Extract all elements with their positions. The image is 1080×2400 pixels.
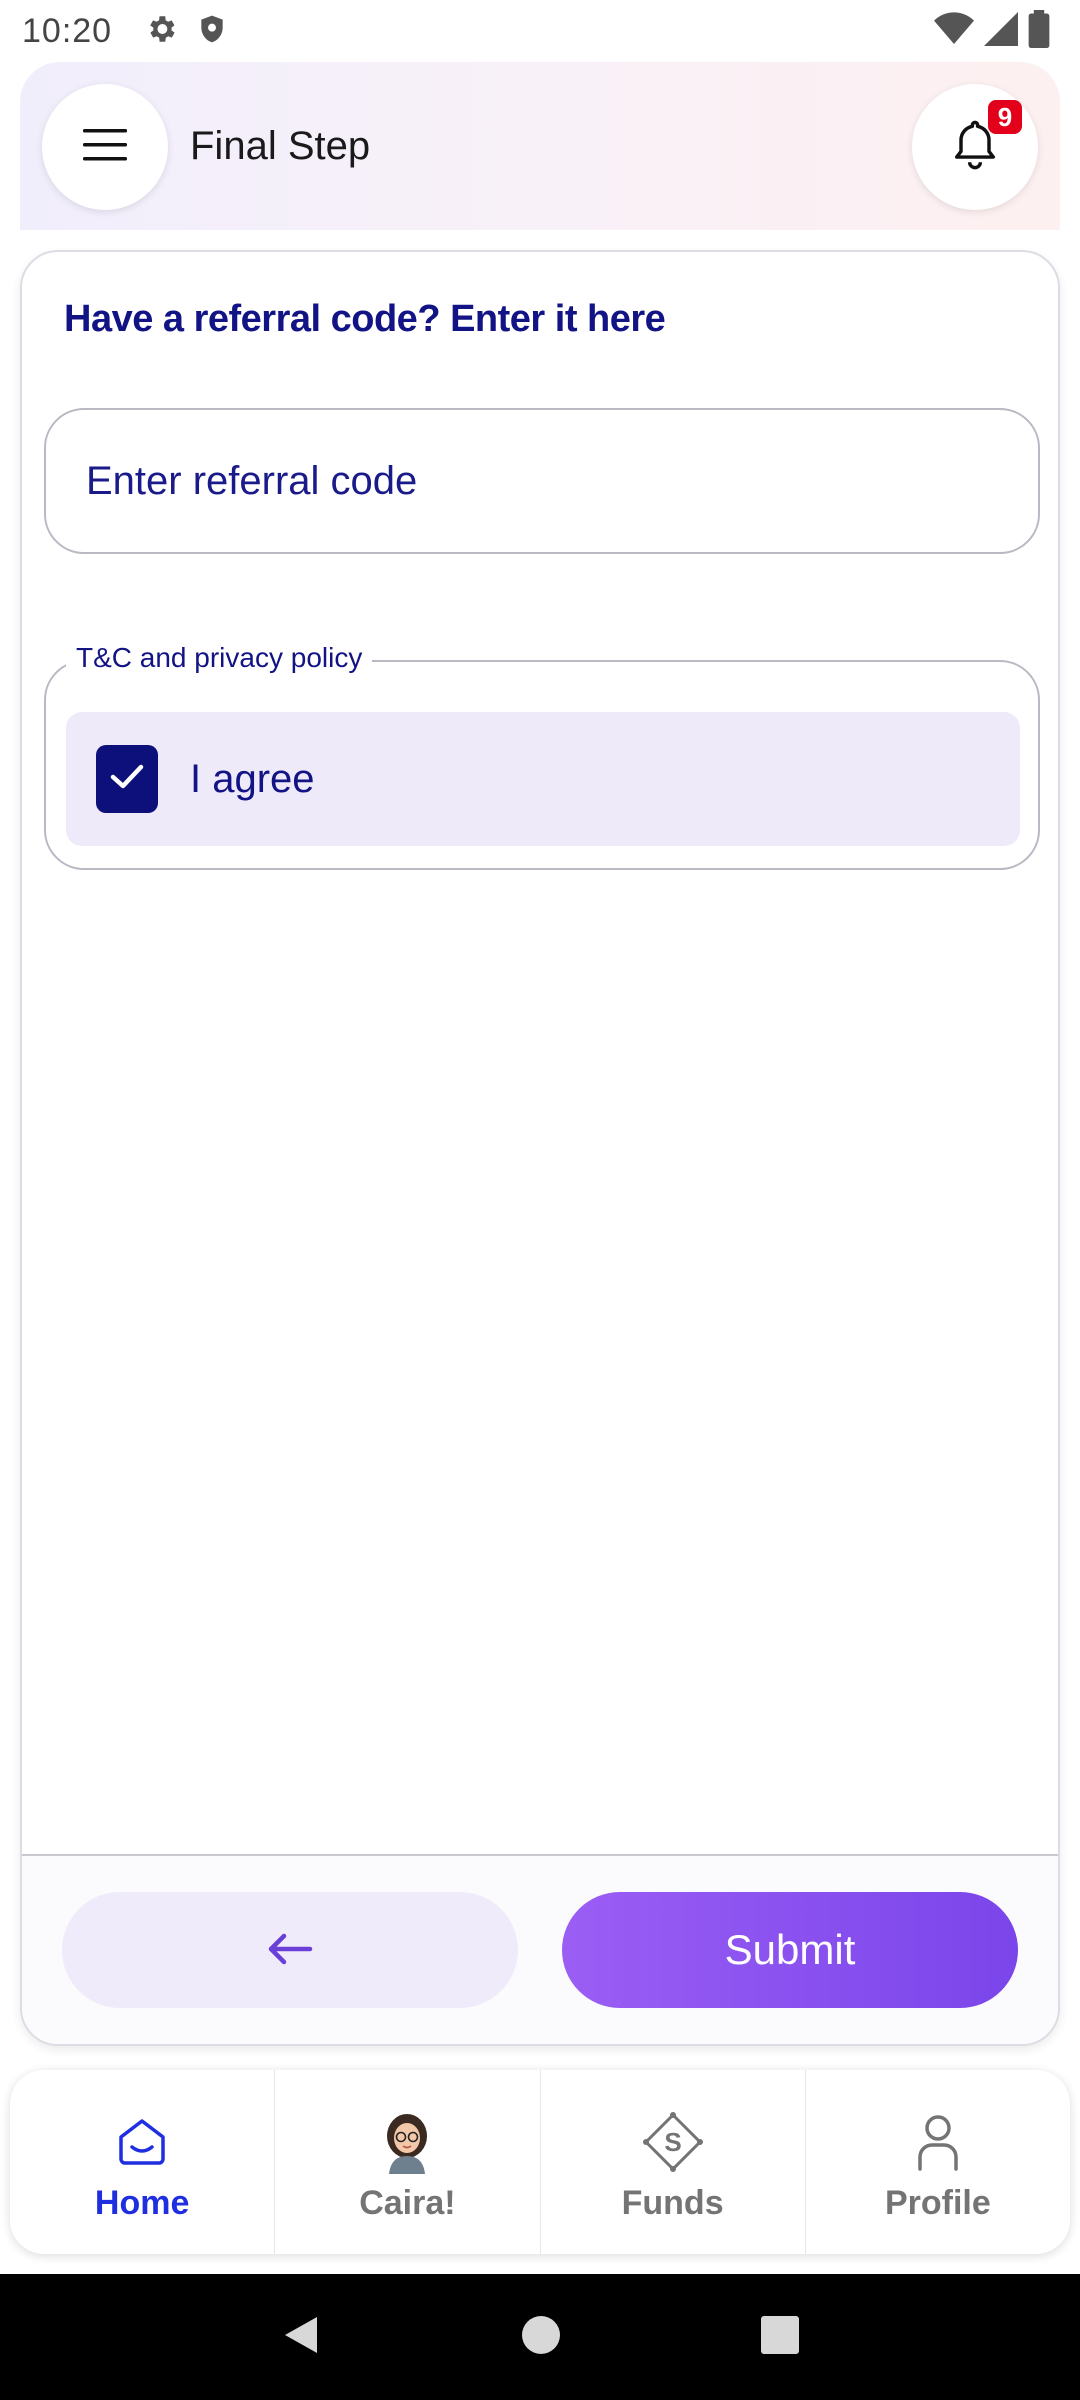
system-navigation-bar <box>0 2274 1080 2400</box>
funds-icon: S <box>641 2110 705 2174</box>
checkmark-icon <box>109 762 145 797</box>
caira-avatar-icon <box>375 2110 439 2174</box>
page-title: Final Step <box>190 124 371 168</box>
cell-signal-icon <box>984 11 1018 52</box>
status-right-icons <box>934 10 1050 53</box>
nav-item-profile[interactable]: Profile <box>806 2070 1070 2254</box>
system-recents-icon[interactable] <box>759 2314 801 2361</box>
system-back-icon[interactable] <box>279 2313 323 2362</box>
nav-label-home: Home <box>94 2184 190 2222</box>
agree-checkbox[interactable] <box>96 745 158 813</box>
arrow-left-icon <box>266 1932 314 1969</box>
svg-text:S: S <box>664 2127 681 2157</box>
nav-item-home[interactable]: Home <box>10 2070 276 2254</box>
hamburger-menu-icon <box>81 125 129 170</box>
battery-icon <box>1028 10 1050 53</box>
referral-code-input[interactable] <box>44 408 1040 554</box>
nav-item-caira[interactable]: Caira! <box>275 2070 541 2254</box>
shield-icon <box>196 12 228 51</box>
settings-gear-icon <box>144 12 178 51</box>
notification-count-badge: 9 <box>988 100 1022 134</box>
nav-label-profile: Profile <box>884 2184 991 2222</box>
profile-icon <box>906 2110 970 2174</box>
agree-label: I agree <box>190 756 315 801</box>
nav-label-funds: Funds <box>621 2184 724 2222</box>
final-step-card: Have a referral code? Enter it here T&C … <box>20 250 1060 2046</box>
back-button[interactable] <box>62 1892 518 2008</box>
status-left-icons <box>144 12 228 51</box>
home-icon <box>110 2110 174 2174</box>
submit-button[interactable]: Submit <box>562 1892 1018 2008</box>
terms-legend: T&C and privacy policy <box>66 642 373 674</box>
terms-fieldset: T&C and privacy policy I agree <box>44 642 1040 870</box>
menu-button[interactable] <box>42 84 168 210</box>
app-header: Final Step 9 <box>20 62 1060 230</box>
system-home-icon[interactable] <box>520 2314 562 2361</box>
status-bar: 10:20 <box>0 0 1080 62</box>
status-time: 10:20 <box>22 11 113 50</box>
notifications-button[interactable]: 9 <box>912 84 1038 210</box>
bottom-navigation: Home Caira! S Funds Profile <box>10 2070 1070 2254</box>
wifi-icon <box>934 11 974 52</box>
nav-item-funds[interactable]: S Funds <box>541 2070 806 2254</box>
agree-checkbox-row[interactable]: I agree <box>66 712 1020 846</box>
referral-heading: Have a referral code? Enter it here <box>64 298 666 340</box>
app-screen: 10:20 Final Step 9 Have a referral code?… <box>0 0 1080 2400</box>
card-footer: Submit <box>22 1854 1058 2044</box>
nav-label-caira: Caira! <box>359 2184 456 2222</box>
